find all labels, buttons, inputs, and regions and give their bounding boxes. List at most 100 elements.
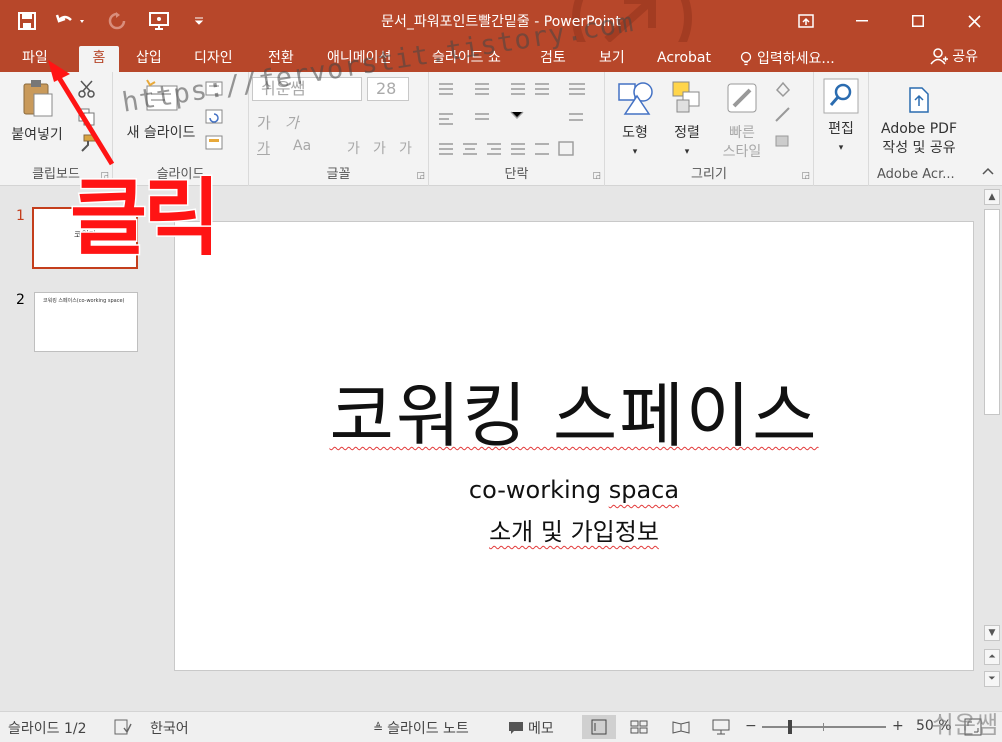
zoom-out-button[interactable]: − [745, 718, 757, 734]
font-color-button[interactable]: 가 [399, 138, 412, 158]
ribbon-display-options-button[interactable] [778, 0, 834, 42]
close-button[interactable] [946, 0, 1002, 42]
next-slide-button[interactable]: ⏷ [984, 671, 1000, 687]
scroll-down-button[interactable]: ▼ [984, 625, 1000, 641]
editing-label: 편집 [828, 121, 854, 137]
zoom-slider-center-tick [823, 723, 824, 731]
comments-label: 메모 [528, 721, 554, 737]
person-icon [930, 48, 949, 65]
paragraph-format-icons[interactable] [435, 80, 599, 160]
slide-number-2: 2 [16, 292, 25, 308]
subtitle-line-2-text: 소개 및 가입정보 [489, 518, 659, 546]
normal-view-button[interactable] [582, 715, 616, 739]
adobe-label-1: Adobe PDF [880, 121, 957, 137]
slide-subtitle-line-1[interactable]: co-working spaca [175, 476, 973, 504]
tab-insert[interactable]: 삽입 [136, 46, 162, 72]
vertical-scrollbar[interactable]: ▲ ▼ ⏶ ⏷ [982, 187, 1002, 711]
slide-counter: 슬라이드 1/2 [8, 721, 87, 737]
adobe-group-label: Adobe Acr... [877, 167, 955, 182]
maximize-button[interactable] [890, 0, 946, 42]
arrange-dropdown-icon: ▾ [684, 147, 690, 157]
minimize-icon [856, 20, 868, 22]
tab-design[interactable]: 디자인 [194, 46, 233, 72]
comments-button[interactable]: 메모 [508, 718, 554, 738]
shape-outline-icon[interactable] [773, 106, 795, 124]
slide-subtitle-line-2[interactable]: 소개 및 가입정보 [175, 512, 973, 547]
zoom-in-button[interactable]: + [892, 718, 904, 734]
italic-button[interactable]: 가 [285, 112, 299, 133]
zoom-slider[interactable] [762, 720, 886, 734]
section-icon[interactable] [205, 134, 227, 152]
cut-icon[interactable] [76, 80, 98, 98]
format-painter-icon[interactable] [76, 134, 98, 152]
quick-styles-button[interactable]: 빠른 스타일 [715, 78, 769, 162]
paragraph-group-label: 단락 [504, 167, 529, 182]
share-button[interactable]: 공유 [930, 46, 978, 66]
tab-acrobat[interactable]: Acrobat [657, 46, 711, 72]
font-size-box[interactable]: 28 [367, 77, 409, 101]
zoom-slider-thumb[interactable] [788, 720, 792, 734]
adobe-create-share-button[interactable]: Adobe PDF 작성 및 공유 [871, 86, 967, 158]
ribbon-display-icon [798, 14, 814, 28]
bold-button[interactable]: 가 [257, 112, 271, 133]
status-bar: 슬라이드 1/2 한국어 ≜ 슬라이드 노트 메모 − + 50 % [0, 711, 1002, 742]
shapes-dropdown-icon: ▾ [632, 147, 638, 157]
tell-me-box[interactable]: 입력하세요... [740, 46, 835, 72]
paragraph-group: 단락 ◲ [429, 72, 605, 186]
share-label: 공유 [952, 49, 978, 65]
arrange-button[interactable]: 정렬 ▾ [663, 78, 711, 162]
arrange-label: 정렬 [674, 125, 700, 141]
editing-button[interactable]: 편집 ▾ [820, 78, 862, 158]
shape-fill-icon[interactable] [773, 80, 795, 98]
subtitle-misspelled-word: spaca [608, 476, 680, 504]
tab-view[interactable]: 보기 [599, 46, 625, 72]
paragraph-launcher-icon[interactable]: ◲ [592, 171, 601, 181]
drawing-launcher-icon[interactable]: ◲ [801, 171, 810, 181]
tell-me-placeholder: 입력하세요... [757, 51, 835, 67]
signature: 쉬운쌤 [931, 711, 998, 739]
slideshow-view-icon[interactable] [712, 719, 730, 735]
spellcheck-icon[interactable] [114, 719, 132, 735]
shapes-label: 도형 [622, 125, 648, 141]
slide-sorter-icon[interactable] [630, 720, 648, 734]
scroll-thumb[interactable] [984, 209, 1000, 415]
shape-effects-icon[interactable] [773, 132, 795, 150]
reset-icon[interactable] [205, 108, 227, 126]
close-icon [967, 14, 981, 28]
subtitle-part-plain: co-working [468, 476, 609, 504]
shapes-icon [618, 82, 653, 115]
previous-slide-button[interactable]: ⏶ [984, 649, 1000, 665]
current-slide[interactable]: 코워킹 스페이스 co-working spaca 소개 및 가입정보 [174, 221, 974, 671]
quick-styles-label-2: 스타일 [722, 144, 762, 160]
tab-home[interactable]: 홈 [79, 46, 119, 72]
slide-title[interactable]: 코워킹 스페이스 [175, 360, 973, 461]
adobe-label-2: 작성 및 공유 [882, 140, 956, 156]
scroll-up-button[interactable]: ▲ [984, 189, 1000, 205]
change-case-button[interactable]: Aa [293, 138, 311, 154]
font-launcher-icon[interactable]: ◲ [416, 171, 425, 181]
reading-view-icon[interactable] [672, 720, 690, 734]
language-indicator[interactable]: 한국어 [150, 718, 189, 738]
paste-label: 붙여넣기 [11, 127, 63, 143]
new-slide-label: 새 슬라이드 [126, 125, 196, 141]
search-icon [823, 78, 859, 114]
normal-view-icon [591, 719, 607, 735]
powerpoint-window: 문서_파워포인트빨간밑줄 - PowerPoint 파일 홈 삽입 디자인 전환… [0, 0, 1002, 742]
underline-button[interactable]: 가 [257, 138, 270, 158]
shapes-button[interactable]: 도형 ▾ [611, 78, 659, 162]
slide-title-text: 코워킹 스페이스 [329, 375, 819, 457]
quick-styles-icon [727, 83, 757, 113]
drawing-group: 도형 ▾ 정렬 ▾ 빠른 스타일 그리기 ◲ [605, 72, 814, 186]
editing-dropdown-icon: ▾ [838, 143, 844, 153]
copy-icon[interactable] [76, 108, 98, 126]
clear-format-button[interactable]: 가 [373, 138, 386, 158]
slide-thumbnail-2[interactable]: 코워킹 스페이스(co-working space) [34, 292, 138, 352]
tab-file[interactable]: 파일 [22, 46, 48, 72]
char-spacing-button[interactable]: 가 [347, 138, 360, 158]
notes-button[interactable]: ≜ 슬라이드 노트 [373, 718, 469, 738]
collapse-ribbon-button[interactable] [982, 163, 994, 179]
paste-button[interactable]: 붙여넣기 [6, 78, 68, 145]
maximize-icon [912, 15, 924, 27]
minimize-button[interactable] [834, 0, 890, 42]
font-group-label: 글꼴 [326, 167, 351, 182]
